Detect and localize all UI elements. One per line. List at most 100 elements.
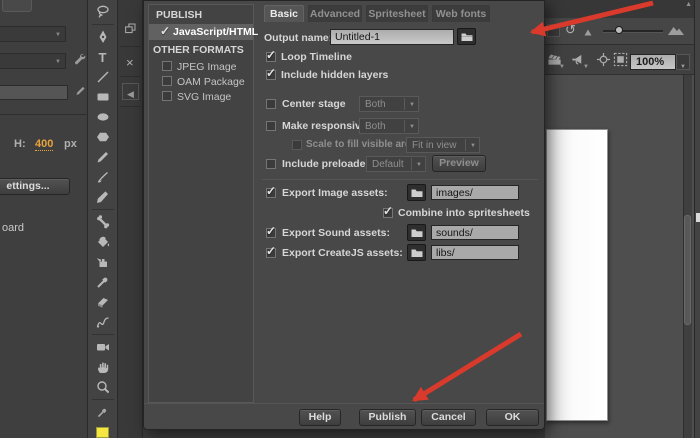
browse-folder-button[interactable] — [457, 28, 476, 45]
height-label: H: — [14, 138, 26, 150]
close-icon[interactable]: × — [126, 56, 134, 69]
include-preloader-checkbox[interactable] — [266, 159, 276, 169]
zoom-slider-track[interactable] — [603, 30, 663, 33]
vertical-scrollbar-thumb[interactable] — [684, 215, 691, 325]
folder-icon — [461, 32, 473, 42]
lasso-tool[interactable] — [89, 2, 117, 22]
preloader-select[interactable]: Default ▼ — [366, 156, 426, 172]
preview-button[interactable]: Preview — [432, 155, 486, 172]
tab-spritesheet[interactable]: Spritesheet — [366, 5, 428, 22]
divider — [404, 98, 405, 110]
image-folder-button[interactable] — [407, 184, 426, 201]
tab-basic[interactable]: Basic — [264, 5, 304, 22]
format-item-oam[interactable]: OAM Package — [149, 75, 253, 90]
createjs-path-input[interactable] — [431, 245, 519, 260]
stroke-eyedropper-icon[interactable] — [89, 402, 117, 422]
zoom-level-value[interactable]: 100% — [630, 54, 676, 70]
cancel-button[interactable]: Cancel — [421, 409, 476, 426]
height-unit: px — [64, 138, 77, 150]
scale-checkbox[interactable] — [292, 140, 302, 150]
pencil-tool[interactable] — [89, 147, 117, 167]
format-item-jpeg[interactable]: JPEG Image — [149, 60, 253, 75]
publish-button[interactable]: Publish — [359, 409, 416, 426]
make-responsive-select[interactable]: Both ▼ — [359, 118, 419, 134]
properties-dropdown-2[interactable]: ▼ — [0, 53, 66, 69]
polygon-tool[interactable] — [89, 127, 117, 147]
center-stage-checkbox[interactable] — [266, 99, 276, 109]
createjs-folder-button[interactable] — [407, 244, 426, 261]
camera-tool[interactable] — [89, 337, 117, 357]
line-tool[interactable] — [89, 67, 117, 87]
sound-path-input[interactable] — [431, 225, 519, 240]
bone-tool[interactable] — [89, 212, 117, 232]
center-stage-label: Center stage — [282, 98, 346, 110]
make-responsive-checkbox[interactable] — [266, 121, 276, 131]
ok-button[interactable]: OK — [486, 409, 539, 426]
wrench-icon[interactable] — [72, 52, 86, 71]
collapse-left-button[interactable]: ◀ — [122, 83, 139, 100]
pen-mini-icon[interactable] — [74, 84, 87, 102]
text-tool-glyph: T — [99, 51, 107, 64]
ink-bottle-tool[interactable] — [89, 252, 117, 272]
checkbox-checked-icon[interactable]: ✓ — [160, 25, 170, 37]
asset-warp-tool[interactable] — [89, 312, 117, 332]
center-stage-crosshair-icon[interactable] — [596, 52, 611, 67]
collapse-panels-icon[interactable] — [124, 22, 137, 40]
panel-top-button[interactable] — [2, 0, 32, 12]
help-button[interactable]: Help — [299, 409, 341, 426]
zoom-level-dropdown-button[interactable]: ▼ — [676, 54, 690, 70]
eraser-tool[interactable] — [89, 292, 117, 312]
combine-spritesheets-label: Combine into spritesheets — [398, 207, 530, 219]
divider — [92, 399, 114, 400]
divider — [120, 76, 140, 77]
format-item-label: JPEG Image — [177, 61, 237, 73]
zoom-tool[interactable] — [89, 377, 117, 397]
view-options-toolbar: ↺ — [545, 18, 700, 45]
tab-web-fonts[interactable]: Web fonts — [432, 5, 490, 22]
publish-settings-button[interactable]: ettings... — [0, 178, 70, 195]
tab-advanced[interactable]: Advanced — [308, 5, 362, 22]
checkbox-checked-icon: ✓ — [266, 49, 276, 61]
zoom-in-mountain-icon[interactable] — [667, 24, 685, 36]
zoom-out-mountain-icon[interactable] — [584, 27, 595, 36]
checkbox[interactable] — [162, 91, 172, 101]
height-value[interactable]: 400 — [35, 138, 53, 151]
publish-settings-dialog: PUBLISH ✓ JavaScript/HTML OTHER FORMATS … — [143, 0, 545, 430]
select-value: Both — [365, 121, 386, 132]
canvas-stage[interactable] — [546, 129, 608, 421]
paint-bucket-tool[interactable] — [89, 232, 117, 252]
paint-brush-tool[interactable] — [89, 187, 117, 207]
brush-tool[interactable] — [89, 167, 117, 187]
panel-edge-icon — [696, 213, 700, 222]
rectangle-tool[interactable] — [89, 87, 117, 107]
eyedropper-tool[interactable] — [89, 272, 117, 292]
board-label: oard — [2, 222, 24, 234]
scale-select[interactable]: Fit in view ▼ — [406, 137, 480, 153]
sound-folder-button[interactable] — [407, 224, 426, 241]
properties-dropdown-1[interactable]: ▼ — [0, 26, 66, 42]
scroll-up-icon[interactable]: ▲ — [685, 1, 692, 8]
format-item-svg[interactable]: SVG Image — [149, 90, 253, 105]
text-tool[interactable]: T — [89, 47, 117, 67]
pen-tool[interactable] — [89, 27, 117, 47]
output-name-input[interactable] — [330, 29, 454, 45]
center-stage-select[interactable]: Both ▼ — [359, 96, 419, 112]
loop-timeline-label: Loop Timeline — [281, 51, 352, 63]
rotate-view-icon[interactable]: ↺ — [565, 22, 576, 38]
image-path-input[interactable] — [431, 185, 519, 200]
oval-tool[interactable] — [89, 107, 117, 127]
collapsed-panel-strip: × ◀ — [118, 0, 143, 438]
checkbox[interactable] — [162, 61, 172, 71]
view-mini-button[interactable] — [547, 24, 560, 37]
checkbox[interactable] — [162, 76, 172, 86]
divider — [404, 120, 405, 132]
zoom-slider-thumb[interactable] — [615, 26, 623, 34]
clip-content-icon[interactable] — [613, 52, 628, 67]
stage-header-strip: ▲ — [545, 0, 700, 18]
format-item-javascript-html[interactable]: ✓ JavaScript/HTML — [149, 24, 253, 40]
chevron-down-icon: ▼ — [583, 64, 589, 70]
hand-tool[interactable] — [89, 357, 117, 377]
fill-color-swatch[interactable] — [89, 422, 117, 438]
stage-controls-toolbar: ▼ ▼ 100% ▼ — [545, 45, 700, 75]
properties-text-input[interactable] — [0, 85, 68, 100]
